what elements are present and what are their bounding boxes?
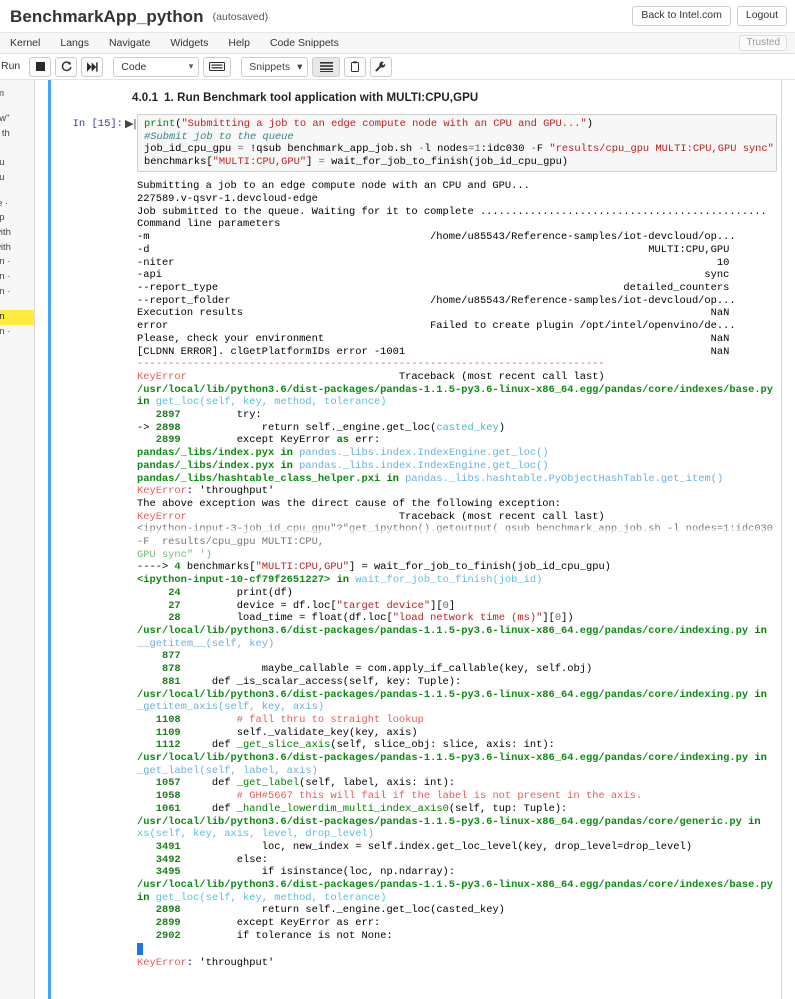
toc-line[interactable]: qu — [0, 170, 34, 185]
output-pyx-frame-1: pandas/_libs/index.pyx in pandas._libs.i… — [137, 447, 549, 460]
toc-gap — [0, 185, 34, 196]
output-frame-get-label: /usr/local/lib/python3.6/dist-packages/p… — [137, 752, 767, 815]
notebook-header: BenchmarkApp_python (autosaved) Back to … — [0, 0, 795, 32]
toc-line[interactable]: on · — [0, 325, 34, 340]
toc-line[interactable]: ow" — [0, 112, 34, 127]
toc-line[interactable]: ep — [0, 211, 34, 226]
notebook-canvas: 4.0.1 1. Run Benchmark tool application w… — [51, 80, 795, 999]
chevron-down-icon: ▾ — [297, 60, 303, 73]
section-title: 1. Run Benchmark tool application with M… — [164, 92, 479, 104]
section-heading: 4.0.1 1. Run Benchmark tool application w… — [51, 80, 795, 104]
right-gutter — [782, 80, 795, 999]
snippets-dropdown[interactable]: Snippets ▾ — [241, 56, 309, 77]
menu-item-widgets[interactable]: Widgets — [160, 34, 218, 52]
output-frame-indexing-getitem: /usr/local/lib/python3.6/dist-packages/p… — [137, 624, 767, 688]
fast-forward-icon[interactable] — [81, 56, 104, 77]
menu-item-kernel[interactable]: Kernel — [0, 34, 50, 52]
menu-bar: Kernel Langs Navigate Widgets Help Code … — [0, 32, 795, 54]
output-chained-note: The above exception was the direct cause… — [137, 497, 562, 510]
sidebar-gap — [35, 80, 48, 999]
clipboard-icon[interactable] — [344, 56, 367, 77]
run-button[interactable]: Run — [0, 58, 25, 75]
logout-button[interactable]: Logout — [736, 5, 787, 27]
toc-line[interactable]: on · — [0, 270, 34, 285]
output-pyx-frame-3: pandas/_libs/hashtable_class_helper.pxi … — [137, 472, 724, 485]
keyboard-icon[interactable] — [203, 56, 232, 77]
output-ghost-line: <ipython-input-3-job_id_cpu_gpu"?"get_ip… — [137, 523, 777, 561]
table-of-contents-sidebar[interactable]: im ow" g th ; qu qu re · ep with with on… — [0, 80, 35, 999]
output-cell-frame-line: ----> 4 benchmarks["MULTI:CPU,GPU"] = wa… — [137, 561, 611, 574]
trusted-badge: Trusted — [739, 35, 787, 51]
cell-output-area: Submitting a job to an edge compute node… — [137, 172, 777, 970]
toc-line[interactable]: with — [0, 240, 34, 255]
stop-square-icon[interactable] — [29, 56, 52, 77]
notebook-body: im ow" g th ; qu qu re · ep with with on… — [0, 80, 795, 999]
ghost-overlay — [137, 528, 777, 536]
output-frame-getitem-axis: /usr/local/lib/python3.6/dist-packages/p… — [137, 688, 767, 752]
toc-line-active[interactable]: on — [0, 309, 34, 325]
toolbar: Run Code ▾ Snippets ▾ — [0, 54, 795, 80]
toc-line[interactable]: g th — [0, 126, 34, 141]
cell-source[interactable]: print("Submitting a job to an edge compu… — [144, 118, 774, 168]
autosave-status: (autosaved) — [212, 11, 269, 23]
notebook-page: BenchmarkApp_python (autosaved) Back to … — [0, 0, 795, 999]
toc-gap — [0, 299, 34, 310]
toc-gap — [0, 101, 34, 112]
text-cursor — [137, 942, 143, 955]
cell-type-select[interactable]: Code ▾ — [113, 56, 200, 77]
toc-line[interactable]: qu — [0, 156, 34, 171]
code-cell[interactable]: In [15]: ▶| print("Submitting a job to a… — [51, 114, 795, 173]
menu-item-navigate[interactable]: Navigate — [99, 34, 160, 52]
chevron-down-icon: ▾ — [188, 61, 194, 71]
cell-prompt: In [15]: — [72, 118, 123, 130]
toc-line[interactable]: ; — [0, 141, 34, 156]
output-traceback-2-header: KeyError Traceback (most recent call las… — [137, 510, 605, 523]
page-title: BenchmarkApp_python — [10, 6, 204, 26]
snippets-label: Snippets — [249, 60, 291, 73]
output-frame-base-get-loc: /usr/local/lib/python3.6/dist-packages/p… — [137, 879, 774, 970]
output-ipython-frame: <ipython-input-10-cf79f2651227> in wait_… — [137, 574, 574, 625]
output-stdout: Submitting a job to an edge compute node… — [137, 180, 767, 358]
list-lines-icon[interactable] — [312, 56, 341, 77]
toc-line[interactable]: on · — [0, 284, 34, 299]
output-traceback-1: ----------------------------------------… — [137, 358, 774, 447]
wrench-icon[interactable] — [370, 56, 393, 77]
menu-item-langs[interactable]: Langs — [50, 34, 99, 52]
toc-line[interactable]: re · — [0, 196, 34, 211]
play-icon[interactable]: ▶| — [125, 117, 136, 130]
cell-type-value: Code — [121, 60, 147, 73]
toc-line[interactable]: on · — [0, 255, 34, 270]
cell-input-area[interactable]: print("Submitting a job to an edge compu… — [137, 114, 777, 173]
toc-line[interactable]: im — [0, 86, 34, 101]
menu-item-help[interactable]: Help — [218, 34, 260, 52]
output-keyerror-1: KeyError: 'throughput' — [137, 485, 275, 498]
output-frame-generic-xs: /usr/local/lib/python3.6/dist-packages/p… — [137, 815, 761, 879]
restart-circular-arrow-icon[interactable] — [55, 56, 78, 77]
output-pyx-frame-2: pandas/_libs/index.pyx in pandas._libs.i… — [137, 459, 549, 472]
back-to-intel-button[interactable]: Back to Intel.com — [632, 5, 731, 27]
menu-item-code-snippets[interactable]: Code Snippets — [260, 34, 349, 52]
toc-line[interactable]: with — [0, 226, 34, 241]
section-number: 4.0.1 — [132, 92, 159, 104]
